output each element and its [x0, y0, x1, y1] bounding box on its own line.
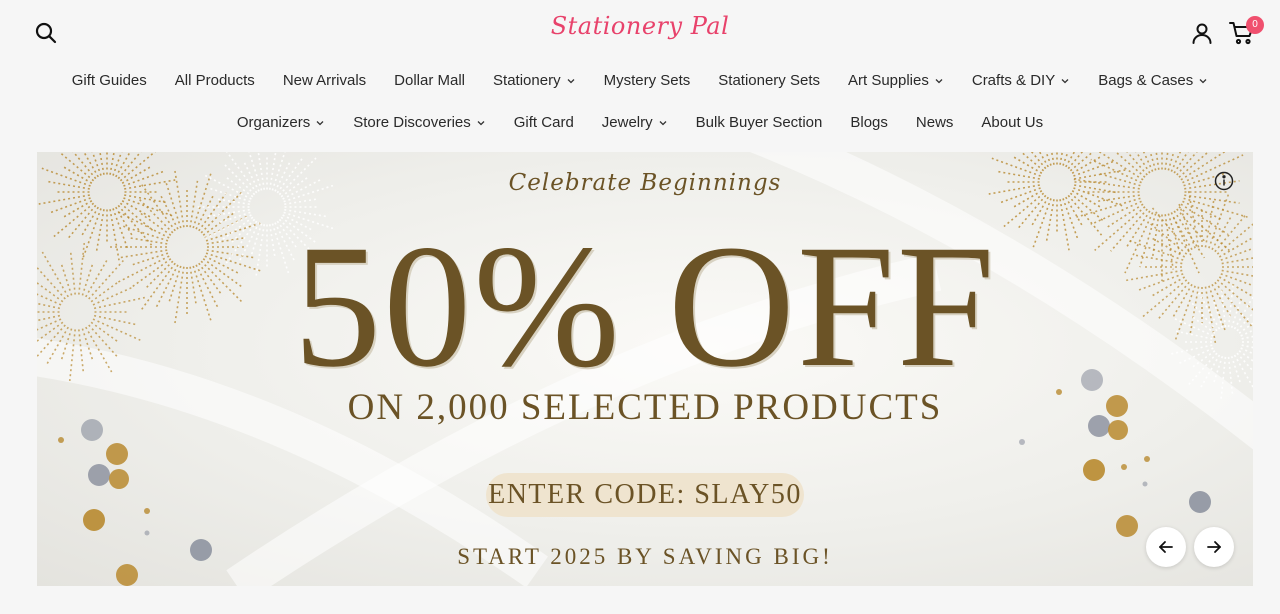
- confetti-dot: [83, 509, 105, 531]
- arrow-right-icon: [1207, 541, 1221, 553]
- info-icon: [1214, 171, 1234, 191]
- nav-item-news[interactable]: News: [902, 113, 968, 133]
- nav-item-stationery-sets[interactable]: Stationery Sets: [704, 71, 834, 91]
- nav-item-bulk-buyer-section[interactable]: Bulk Buyer Section: [682, 113, 837, 133]
- nav-item-label: Bulk Buyer Section: [695, 114, 823, 131]
- nav-item-label: Bags & Cases: [1098, 72, 1194, 89]
- nav-item-label: About Us: [981, 114, 1044, 131]
- main-nav-row-2: Organizers Store Discoveries Gift Card Jewe…: [0, 113, 1280, 133]
- nav-item-jewelry[interactable]: Jewelry: [588, 113, 682, 133]
- nav-item-bags-and-cases[interactable]: Bags & Cases: [1084, 71, 1222, 91]
- confetti-dot: [58, 437, 64, 443]
- nav-item-gift-guides[interactable]: Gift Guides: [58, 71, 161, 91]
- arrow-left-icon: [1159, 541, 1173, 553]
- confetti-dot: [1083, 459, 1105, 481]
- user-icon: [1192, 23, 1212, 44]
- chevron-down-icon: [1199, 79, 1207, 84]
- nav-item-label: News: [915, 114, 954, 131]
- site-header: Stationery Pal 0: [0, 0, 1280, 66]
- nav-item-label: Crafts & DIY: [971, 72, 1056, 89]
- nav-item-label: Jewelry: [601, 114, 653, 131]
- nav-item-art-supplies[interactable]: Art Supplies: [834, 71, 958, 91]
- nav-item-label: Gift Card: [513, 114, 574, 131]
- nav-item-label: Mystery Sets: [603, 72, 691, 89]
- chevron-down-icon: [659, 121, 667, 126]
- confetti-dot: [1116, 515, 1138, 537]
- nav-item-all-products[interactable]: All Products: [161, 71, 269, 91]
- nav-item-dollar-mall[interactable]: Dollar Mall: [380, 71, 479, 91]
- hero-banner[interactable]: Celebrate Beginnings 50% OFF ON 2,000 SE…: [37, 152, 1253, 586]
- confetti-dot: [1144, 456, 1150, 462]
- confetti-dot: [1121, 464, 1127, 470]
- nav-item-label: New Arrivals: [282, 72, 367, 89]
- confetti-dot: [109, 469, 129, 489]
- nav-item-store-discoveries[interactable]: Store Discoveries: [339, 113, 500, 133]
- banner-footline: START 2025 BY SAVING BIG!: [457, 544, 833, 569]
- nav-item-mystery-sets[interactable]: Mystery Sets: [590, 71, 705, 91]
- banner-subline: ON 2,000 SELECTED PRODUCTS: [347, 387, 943, 428]
- cart-count-badge: 0: [1246, 16, 1264, 34]
- banner-tagline: Celebrate Beginnings: [508, 170, 782, 196]
- slide-prev-button[interactable]: [1146, 527, 1186, 567]
- chevron-down-icon: [1061, 79, 1069, 84]
- confetti-dot: [106, 443, 128, 465]
- chevron-down-icon: [935, 79, 943, 84]
- nav-item-crafts-and-diy[interactable]: Crafts & DIY: [958, 71, 1084, 91]
- nav-item-about-us[interactable]: About Us: [967, 113, 1057, 133]
- confetti-dot: [1142, 481, 1148, 487]
- confetti-dot: [1019, 439, 1025, 445]
- confetti-dot: [144, 530, 150, 536]
- chevron-down-icon: [567, 79, 575, 84]
- banner-info-button[interactable]: [1214, 171, 1234, 191]
- site-logo[interactable]: Stationery Pal: [0, 12, 1280, 40]
- confetti-dot: [1189, 491, 1211, 513]
- slide-next-button[interactable]: [1194, 527, 1234, 567]
- confetti-dot: [144, 508, 150, 514]
- nav-item-label: Gift Guides: [71, 72, 147, 89]
- nav-item-organizers[interactable]: Organizers: [223, 113, 339, 133]
- nav-item-label: Blogs: [850, 114, 888, 131]
- nav-item-blogs[interactable]: Blogs: [836, 113, 902, 133]
- nav-item-label: Art Supplies: [847, 72, 929, 89]
- main-nav-row-1: Gift Guides All Products New Arrivals Dolla…: [0, 71, 1280, 91]
- confetti-dot: [88, 464, 110, 486]
- chevron-down-icon: [477, 121, 485, 126]
- promo-code-pill: ENTER CODE: SLAY50: [486, 473, 804, 517]
- nav-item-label: Stationery: [493, 72, 561, 89]
- nav-item-label: Stationery Sets: [718, 72, 820, 89]
- nav-item-new-arrivals[interactable]: New Arrivals: [269, 71, 380, 91]
- chevron-down-icon: [316, 121, 324, 126]
- nav-item-label: Dollar Mall: [394, 72, 466, 89]
- nav-item-gift-card[interactable]: Gift Card: [500, 113, 588, 133]
- nav-item-stationery[interactable]: Stationery: [479, 71, 590, 91]
- nav-item-label: All Products: [174, 72, 255, 89]
- account-button[interactable]: [1190, 21, 1214, 45]
- nav-item-label: Store Discoveries: [353, 114, 471, 131]
- banner-headline: 50% OFF: [293, 209, 997, 404]
- nav-item-label: Organizers: [236, 114, 311, 131]
